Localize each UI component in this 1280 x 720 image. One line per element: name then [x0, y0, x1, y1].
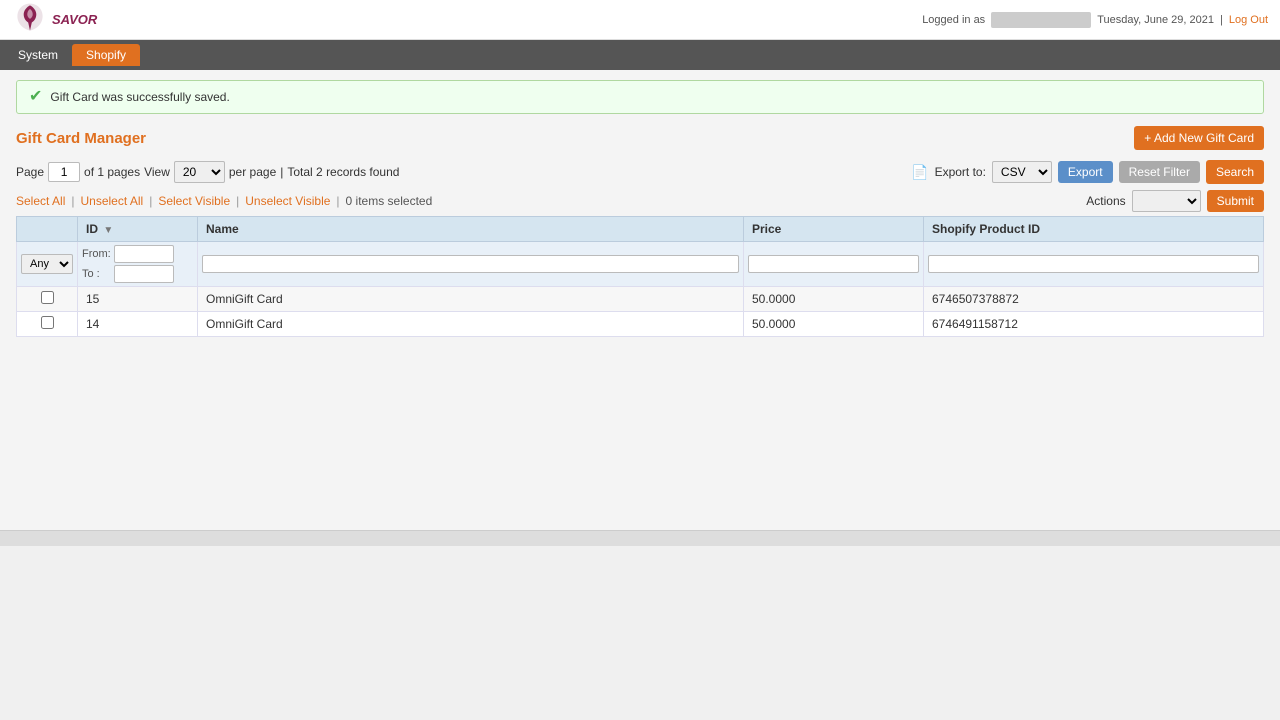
- toolbar-left: Page of 1 pages View 20 50 100 per page …: [16, 161, 399, 183]
- shopify-filter-input[interactable]: [928, 255, 1259, 273]
- navbar: System Shopify: [0, 40, 1280, 70]
- username-box: [991, 12, 1091, 28]
- savor-logo-icon: [12, 0, 48, 39]
- export-format-select[interactable]: CSV Excel: [992, 161, 1052, 183]
- header: SAVOR Logged in as Tuesday, June 29, 202…: [0, 0, 1280, 40]
- separator: |: [1220, 14, 1223, 26]
- id-from-row: From:: [82, 245, 193, 263]
- row1-id: 15: [78, 287, 198, 312]
- submit-button[interactable]: Submit: [1207, 190, 1264, 212]
- sep1: |: [71, 194, 74, 208]
- title-bar: Gift Card Manager + Add New Gift Card: [16, 126, 1264, 150]
- to-label: To :: [82, 268, 110, 280]
- success-message: ✔ Gift Card was successfully saved.: [16, 80, 1264, 114]
- per-page-select[interactable]: 20 50 100: [174, 161, 225, 183]
- brand-name: SAVOR: [52, 12, 97, 27]
- row1-shopify-id: 6746507378872: [924, 287, 1264, 312]
- logged-in-label: Logged in as: [922, 14, 985, 26]
- total-records: Total 2 records found: [287, 165, 399, 179]
- success-text: Gift Card was successfully saved.: [50, 90, 229, 104]
- unselect-visible-link[interactable]: Unselect Visible: [245, 194, 330, 208]
- row2-check: [17, 312, 78, 337]
- row2-checkbox[interactable]: [41, 316, 54, 329]
- logout-link[interactable]: Log Out: [1229, 14, 1268, 26]
- table-row: 15 OmniGift Card 50.0000 6746507378872: [17, 287, 1264, 312]
- select-all-link[interactable]: Select All: [16, 194, 65, 208]
- filter-price-cell: [744, 242, 924, 287]
- view-label: View: [144, 165, 170, 179]
- col-header-price: Price: [744, 217, 924, 242]
- id-to-input[interactable]: [114, 265, 174, 283]
- filter-input-row: Any From To From: To :: [17, 242, 1264, 287]
- price-filter-input[interactable]: [748, 255, 919, 273]
- footer: [0, 530, 1280, 546]
- filter-row: Select All | Unselect All | Select Visib…: [16, 190, 1264, 212]
- name-filter-input[interactable]: [202, 255, 739, 273]
- of-pages-label: of 1 pages: [84, 165, 140, 179]
- page-title: Gift Card Manager: [16, 130, 146, 147]
- row2-id: 14: [78, 312, 198, 337]
- row2-name: OmniGift Card: [198, 312, 744, 337]
- row1-price: 50.0000: [744, 287, 924, 312]
- row1-checkbox[interactable]: [41, 291, 54, 304]
- row2-shopify-id: 6746491158712: [924, 312, 1264, 337]
- filter-id-cell: From: To :: [78, 242, 198, 287]
- table-header-row: ID ▼ Name Price Shopify Product ID: [17, 217, 1264, 242]
- main-content: ✔ Gift Card was successfully saved. Gift…: [0, 70, 1280, 530]
- sep4: |: [336, 194, 339, 208]
- date-display: Tuesday, June 29, 2021: [1097, 14, 1214, 26]
- col-header-name: Name: [198, 217, 744, 242]
- per-page-label: per page: [229, 165, 276, 179]
- sep3: |: [236, 194, 239, 208]
- add-new-gift-card-button[interactable]: + Add New Gift Card: [1134, 126, 1264, 150]
- id-to-row: To :: [82, 265, 193, 283]
- id-from-input[interactable]: [114, 245, 174, 263]
- any-select[interactable]: Any From To: [21, 254, 73, 274]
- row1-name: OmniGift Card: [198, 287, 744, 312]
- export-button[interactable]: Export: [1058, 161, 1113, 183]
- actions-label: Actions: [1086, 194, 1125, 208]
- reset-filter-button[interactable]: Reset Filter: [1119, 161, 1200, 183]
- export-icon: 📄: [911, 164, 928, 181]
- filter-check-cell: Any From To: [17, 242, 78, 287]
- nav-tab-system[interactable]: System: [4, 44, 72, 66]
- success-icon: ✔: [29, 89, 42, 105]
- toolbar-right: 📄 Export to: CSV Excel Export Reset Filt…: [911, 160, 1264, 184]
- id-sort-arrow: ▼: [103, 225, 113, 236]
- header-right: Logged in as Tuesday, June 29, 2021 | Lo…: [922, 12, 1268, 28]
- search-button[interactable]: Search: [1206, 160, 1264, 184]
- col-header-check: [17, 217, 78, 242]
- select-visible-link[interactable]: Select Visible: [158, 194, 230, 208]
- table-row: 14 OmniGift Card 50.0000 6746491158712: [17, 312, 1264, 337]
- actions-select[interactable]: Delete: [1132, 190, 1201, 212]
- col-header-shopify: Shopify Product ID: [924, 217, 1264, 242]
- col-header-id[interactable]: ID ▼: [78, 217, 198, 242]
- page-label: Page: [16, 165, 44, 179]
- nav-tab-shopify[interactable]: Shopify: [72, 44, 140, 66]
- items-selected-count: 0 items selected: [346, 194, 433, 208]
- actions-group: Actions Delete Submit: [1086, 190, 1264, 212]
- id-from-to-group: From: To :: [82, 245, 193, 283]
- from-label: From:: [82, 248, 110, 260]
- export-label: Export to:: [935, 165, 986, 179]
- filter-name-cell: [198, 242, 744, 287]
- gift-card-table: ID ▼ Name Price Shopify Product ID Any F…: [16, 216, 1264, 337]
- separator2: |: [280, 165, 283, 179]
- toolbar-row: Page of 1 pages View 20 50 100 per page …: [16, 160, 1264, 184]
- row2-price: 50.0000: [744, 312, 924, 337]
- sep2: |: [149, 194, 152, 208]
- filter-shopify-cell: [924, 242, 1264, 287]
- page-input[interactable]: [48, 162, 80, 182]
- unselect-all-link[interactable]: Unselect All: [80, 194, 143, 208]
- logo: SAVOR: [12, 0, 97, 39]
- row1-check: [17, 287, 78, 312]
